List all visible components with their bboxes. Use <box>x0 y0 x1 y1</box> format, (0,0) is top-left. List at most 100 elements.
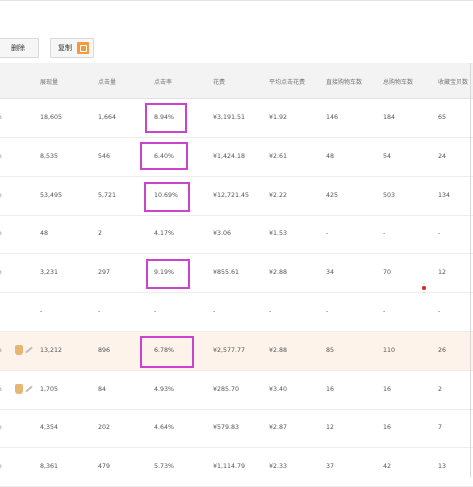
table-cell: ¥579.83 <box>213 424 239 431</box>
row-lead-marker: o <box>0 386 2 393</box>
table-cell: ¥1,114.79 <box>213 463 245 470</box>
table-cell: 4.93% <box>154 386 174 393</box>
table-cell: 297 <box>98 269 110 276</box>
row-lead-marker: o <box>0 347 2 354</box>
table-cell: 65 <box>438 114 446 121</box>
table-cell: - <box>213 308 215 315</box>
table-cell: ¥2,577.77 <box>213 347 245 354</box>
table-cell: 8,535 <box>40 153 58 160</box>
table-cell: 3,231 <box>40 269 58 276</box>
table-row[interactable]: o53,4955,72110.69%¥12,721.45¥2.224255031… <box>0 177 473 216</box>
table-cell: ¥12,721.45 <box>213 192 249 199</box>
table-cell: 37 <box>326 463 334 470</box>
table-cell: - <box>326 308 328 315</box>
header-avg-cpc[interactable]: 平均点击花费 <box>269 77 305 86</box>
table-row[interactable]: o13,2128966.78%¥2,577.77¥2.888511026 <box>0 332 473 371</box>
table-cell: 4.17% <box>154 230 174 237</box>
table-cell: 202 <box>98 424 110 431</box>
edit-icon[interactable] <box>25 346 32 353</box>
table-cell: 48 <box>40 230 48 237</box>
table-cell: 546 <box>98 153 110 160</box>
table-cell: ¥2.33 <box>269 463 287 470</box>
table-cell: ¥1.92 <box>269 114 287 121</box>
table-cell: - <box>98 308 100 315</box>
ctr-highlight-box <box>140 142 188 170</box>
table-cell: 13 <box>438 463 446 470</box>
table-cell: 84 <box>98 386 106 393</box>
table-cell: 134 <box>438 192 450 199</box>
row-lead-marker: o <box>0 424 2 431</box>
table-cell: 34 <box>326 269 334 276</box>
table-cell: 16 <box>383 424 391 431</box>
table-cell: 16 <box>383 386 391 393</box>
table-cell: 110 <box>383 347 395 354</box>
row-lead-marker: o <box>0 463 2 470</box>
table-cell: - <box>326 230 328 237</box>
row-lead-marker: o <box>0 230 2 237</box>
ctr-highlight-box <box>140 336 194 368</box>
table-cell: 53,495 <box>40 192 62 199</box>
row-lead-marker: o <box>0 114 2 121</box>
table-cell: 2 <box>98 230 102 237</box>
header-direct-cart[interactable]: 直接购物车数 <box>326 77 362 86</box>
edit-icon[interactable] <box>25 385 32 392</box>
table-cell: ¥2.88 <box>269 347 287 354</box>
header-impressions[interactable]: 展现量 <box>40 77 58 86</box>
table-cell: ¥2.22 <box>269 192 287 199</box>
delete-button-label: 删除 <box>11 44 25 52</box>
table-cell: ¥1.53 <box>269 230 287 237</box>
copy-button[interactable]: 复制 <box>50 38 94 58</box>
table-cell: 18,605 <box>40 114 62 121</box>
table-cell: 1,705 <box>40 386 58 393</box>
header-total-cart[interactable]: 总购物车数 <box>383 77 413 86</box>
table-cell: 4,354 <box>40 424 58 431</box>
table-row[interactable]: o1,705844.93%¥285.70¥3.4016162 <box>0 371 473 410</box>
table-cell: - <box>383 230 385 237</box>
table-cell: 70 <box>383 269 391 276</box>
table-cell: - <box>438 308 440 315</box>
delete-button[interactable]: 删除 <box>0 38 39 58</box>
toolbar: 删除 复制 <box>0 38 473 58</box>
thumb-icon[interactable] <box>15 345 23 355</box>
right-divider <box>470 63 471 477</box>
table-cell: ¥3.06 <box>213 230 231 237</box>
table-cell: 48 <box>326 153 334 160</box>
table-cell: - <box>438 230 440 237</box>
table-cell: 4.64% <box>154 424 174 431</box>
row-lead-marker: o <box>0 153 2 160</box>
table-cell: 479 <box>98 463 110 470</box>
table-cell: 184 <box>383 114 395 121</box>
header-cost[interactable]: 花费 <box>213 77 225 86</box>
table-cell: 7 <box>438 424 442 431</box>
header-ctr[interactable]: 点击率 <box>154 77 172 86</box>
table-row[interactable]: o3,2312979.19%¥855.61¥2.88347012 <box>0 254 473 293</box>
table-cell: 54 <box>383 153 391 160</box>
table-row[interactable]: o8,5355466.40%¥1,424.18¥2.61485424 <box>0 138 473 177</box>
table-cell: 5.73% <box>154 463 174 470</box>
table-cell: ¥855.61 <box>213 269 239 276</box>
thumb-icon[interactable] <box>15 384 23 394</box>
table-row[interactable]: --------- <box>0 293 473 332</box>
table-cell: ¥2.88 <box>269 269 287 276</box>
table-row[interactable]: o8,3614795.73%¥1,114.79¥2.33374213 <box>0 448 473 487</box>
table-cell: ¥2.87 <box>269 424 287 431</box>
table-row[interactable]: o18,6051,6648.94%¥3,191.51¥1.9214618465 <box>0 99 473 138</box>
table-cell: 425 <box>326 192 338 199</box>
header-clicks[interactable]: 点击量 <box>98 77 116 86</box>
copy-icon <box>77 42 89 54</box>
table-row[interactable]: o 48 2 4.17% ¥3.06 ¥1.53 - - - <box>0 215 473 254</box>
table-cell: ¥1,424.18 <box>213 153 245 160</box>
header-favorites[interactable]: 收藏宝贝数 <box>438 77 468 86</box>
table-cell: - <box>154 308 156 315</box>
table-cell: 503 <box>383 192 395 199</box>
table-cell: 896 <box>98 347 110 354</box>
top-border <box>0 0 473 1</box>
table-cell: 16 <box>326 386 334 393</box>
table-cell: ¥285.70 <box>213 386 239 393</box>
table-row[interactable]: o4,3542024.64%¥579.83¥2.8712167 <box>0 409 473 448</box>
row-lead-marker: o <box>0 269 2 276</box>
table-cell: 5,721 <box>98 192 116 199</box>
table-cell: 24 <box>438 153 446 160</box>
cursor-dot <box>422 286 426 290</box>
row-lead-marker: o <box>0 192 2 199</box>
